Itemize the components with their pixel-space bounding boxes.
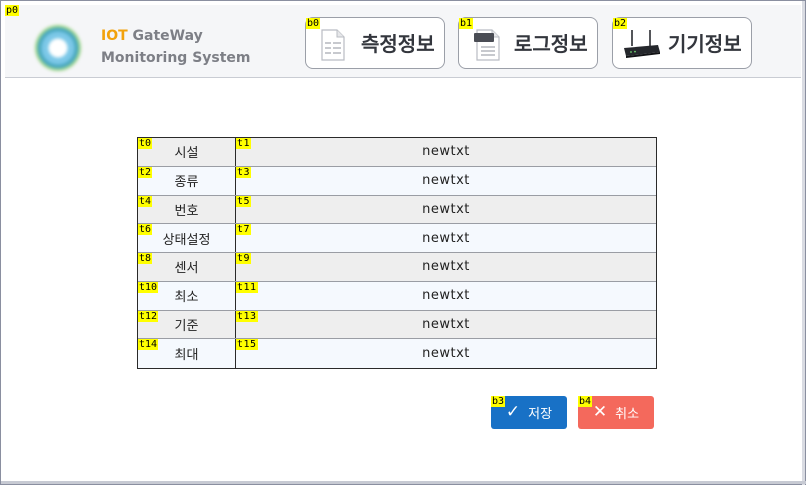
button-tag: b0 <box>306 18 321 29</box>
log-info-label: 로그정보 <box>514 32 588 56</box>
brand-line1: GateWay <box>127 28 203 44</box>
cancel-label: 취소 <box>615 407 640 422</box>
status-setting-value: newtxt <box>422 230 470 246</box>
app-window: p0 IOT GateWay Monitoring System b0 측정정보 <box>0 0 806 485</box>
button-tag: b1 <box>459 18 474 29</box>
value-tag: t1 <box>236 138 252 149</box>
status-setting-label: 상태설정 <box>162 232 211 248</box>
row-label-cell: t8 센서 <box>138 253 236 281</box>
facility-label: 시설 <box>174 146 199 162</box>
document-icon <box>321 29 345 61</box>
table-row: t0 시설 t1 newtxt <box>138 138 656 167</box>
window-edge-right <box>802 1 805 485</box>
log-file-icon <box>474 29 500 61</box>
minimum-value-cell[interactable]: t11 newtxt <box>236 281 656 310</box>
minimum-label: 최소 <box>174 290 199 306</box>
facility-value: newtxt <box>422 144 470 160</box>
type-value-cell[interactable]: t3 newtxt <box>236 166 656 195</box>
value-tag: t9 <box>236 253 252 264</box>
table-row: t6 상태설정 t7 newtxt <box>138 224 656 253</box>
label-tag: t0 <box>138 138 153 149</box>
type-value: newtxt <box>422 173 470 189</box>
settings-table: t0 시설 t1 newtxt t2 종류 t3 newtxt t4 번호 t5… <box>137 137 657 369</box>
button-tag: b4 <box>578 396 593 407</box>
brand-accent: IOT <box>101 28 128 44</box>
cancel-button[interactable]: b4 ✕ 취소 <box>578 396 654 429</box>
table-row: t2 종류 t3 newtxt <box>138 166 656 196</box>
panel-tag: p0 <box>5 5 20 16</box>
row-label-cell: t10 최소 <box>138 281 236 310</box>
device-info-label: 기기정보 <box>668 32 742 56</box>
row-label-cell: t12 기준 <box>138 310 236 339</box>
checkmark-icon: ✓ <box>505 402 521 422</box>
minimum-value: newtxt <box>422 288 470 304</box>
label-tag: t8 <box>138 253 153 264</box>
table-row: t8 센서 t9 newtxt <box>138 253 656 282</box>
value-tag: t5 <box>236 195 252 207</box>
facility-value-cell[interactable]: t1 newtxt <box>236 138 656 166</box>
value-tag: t15 <box>236 339 258 351</box>
label-tag: t14 <box>138 339 159 351</box>
maximum-value-cell[interactable]: t15 newtxt <box>236 339 656 368</box>
app-logo <box>35 25 81 71</box>
maximum-value: newtxt <box>422 346 470 362</box>
label-tag: t10 <box>138 281 159 293</box>
row-label-cell: t2 종류 <box>138 166 236 195</box>
save-button[interactable]: b3 ✓ 저장 <box>491 396 567 429</box>
type-label: 종류 <box>174 175 199 191</box>
measurement-info-label: 측정정보 <box>361 32 435 56</box>
device-info-button[interactable]: b2 기기정보 <box>612 17 752 69</box>
table-row: t10 최소 t11 newtxt <box>138 281 656 311</box>
measurement-info-button[interactable]: b0 측정정보 <box>305 17 445 69</box>
window-edge-bottom <box>1 481 806 484</box>
brand-title: IOT GateWay Monitoring System <box>101 25 251 69</box>
label-tag: t4 <box>138 195 153 207</box>
router-icon <box>624 30 660 58</box>
reference-value-cell[interactable]: t13 newtxt <box>236 310 656 339</box>
log-info-button[interactable]: b1 로그정보 <box>458 17 598 69</box>
save-label: 저장 <box>528 407 553 422</box>
value-tag: t11 <box>236 281 258 293</box>
row-label-cell: t14 최대 <box>138 339 236 368</box>
sensor-value: newtxt <box>422 259 470 275</box>
table-row: t14 최대 t15 newtxt <box>138 339 656 368</box>
label-tag: t12 <box>138 310 159 322</box>
row-label-cell: t0 시설 <box>138 138 236 166</box>
value-tag: t7 <box>236 224 252 236</box>
value-tag: t13 <box>236 310 258 322</box>
brand-line2: Monitoring System <box>101 50 251 66</box>
button-tag: b2 <box>613 18 628 29</box>
header-bar: p0 IOT GateWay Monitoring System b0 측정정보 <box>5 5 801 78</box>
close-icon: ✕ <box>592 402 608 422</box>
label-tag: t6 <box>138 224 153 236</box>
status-setting-value-cell[interactable]: t7 newtxt <box>236 224 656 252</box>
reference-value: newtxt <box>422 316 470 332</box>
table-row: t12 기준 t13 newtxt <box>138 310 656 340</box>
number-label: 번호 <box>174 203 199 219</box>
row-label-cell: t4 번호 <box>138 195 236 224</box>
table-row: t4 번호 t5 newtxt <box>138 195 656 225</box>
sensor-label: 센서 <box>174 261 199 277</box>
value-tag: t3 <box>236 166 252 178</box>
sensor-value-cell[interactable]: t9 newtxt <box>236 253 656 281</box>
reference-label: 기준 <box>174 318 199 334</box>
number-value-cell[interactable]: t5 newtxt <box>236 195 656 224</box>
label-tag: t2 <box>138 166 153 178</box>
row-label-cell: t6 상태설정 <box>138 224 236 252</box>
button-tag: b3 <box>491 396 506 407</box>
number-value: newtxt <box>422 201 470 217</box>
maximum-label: 최대 <box>174 348 199 364</box>
